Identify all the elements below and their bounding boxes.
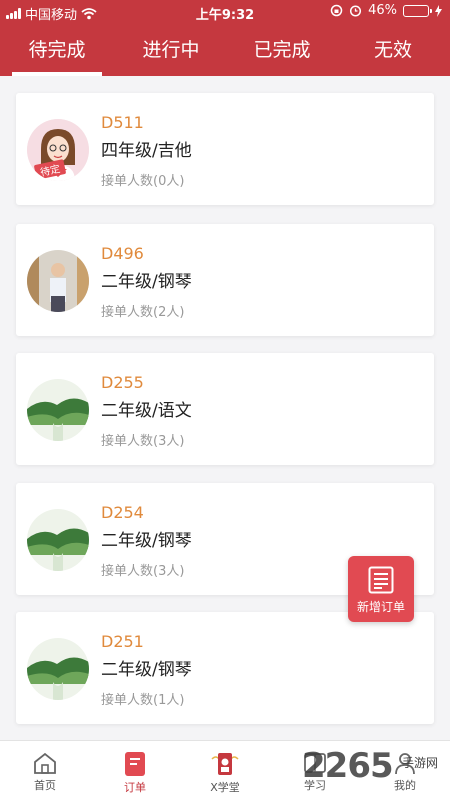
tab-invalid[interactable]: 无效 [348,28,438,76]
avatar [27,638,89,700]
nav-study[interactable]: 学习 [270,741,360,800]
tab-in-progress[interactable]: 进行中 [126,28,216,76]
nav-home[interactable]: 首页 [0,741,90,800]
new-order-label: 新增订单 [356,600,405,614]
tab-pending[interactable]: 待完成 [12,28,102,76]
avatar [27,379,89,441]
nav-orders[interactable]: 订单 [90,741,180,800]
order-title: 二年级/钢琴 [101,660,192,680]
nav-study-label: 学习 [304,779,326,792]
order-title: 二年级/钢琴 [101,272,192,292]
applicant-count: 接单人数(2人) [101,305,185,320]
status-right: 46% [330,3,442,18]
nav-profile[interactable]: 我的 [360,741,450,800]
avatar [27,509,89,571]
home-icon [34,752,56,774]
battery-icon [403,4,432,17]
nav-home-label: 首页 [34,779,56,792]
order-card[interactable]: 待定 D511 四年级/吉他 接单人数(0人) [16,93,434,205]
applicant-count: 接单人数(0人) [101,174,185,189]
school-icon [211,753,239,775]
nav-school-label: X学堂 [210,781,240,794]
study-icon [304,753,326,773]
order-code: D511 [101,113,144,132]
charging-icon [435,4,442,17]
order-title: 二年级/钢琴 [101,531,192,551]
order-code: D496 [101,244,144,263]
order-code: D254 [101,503,144,522]
order-status-tabs: 待完成 进行中 已完成 无效 [0,28,450,76]
order-code: D255 [101,373,144,392]
document-list-icon [368,566,394,594]
order-card[interactable]: D496 二年级/钢琴 接单人数(2人) [16,224,434,336]
profile-icon [395,753,415,775]
tab-completed[interactable]: 已完成 [237,28,327,76]
rotation-lock-icon [330,4,343,17]
avatar [27,250,89,312]
new-order-button[interactable]: 新增订单 [348,556,414,622]
order-title: 二年级/语文 [101,401,192,421]
applicant-count: 接单人数(1人) [101,693,185,708]
nav-profile-label: 我的 [394,779,416,792]
nav-school[interactable]: X学堂 [180,741,270,800]
status-bar: 中国移动 上午9:32 46% [0,0,450,24]
alarm-icon [350,5,362,17]
top-bar: 中国移动 上午9:32 46% 待完成 进行中 已完成 无效 [0,0,450,76]
order-code: D251 [101,632,144,651]
applicant-count: 接单人数(3人) [101,564,185,579]
bottom-nav: 首页 订单 X学堂 学习 我的 [0,740,450,800]
order-card[interactable]: D251 二年级/钢琴 接单人数(1人) [16,612,434,724]
nav-orders-label: 订单 [124,781,146,794]
battery-percent: 46% [368,3,397,18]
order-icon [125,752,145,776]
order-title: 四年级/吉他 [101,141,192,161]
avatar: 待定 [27,119,89,181]
order-card[interactable]: D255 二年级/语文 接单人数(3人) [16,353,434,465]
applicant-count: 接单人数(3人) [101,434,185,449]
